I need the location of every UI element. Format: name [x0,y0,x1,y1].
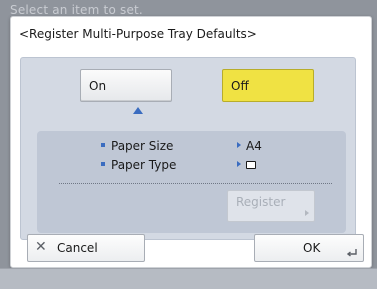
off-button[interactable]: Off [222,69,314,102]
ok-button[interactable]: OK [254,234,364,262]
divider [59,183,332,184]
dialog-title: <Register Multi-Purpose Tray Defaults> [19,27,257,41]
cancel-button[interactable]: ✕ Cancel [27,234,145,262]
cancel-label: Cancel [57,241,98,255]
corner-arrow-icon [305,210,309,216]
paper-size-row: Paper Size A4 [101,139,301,155]
paper-type-label: Paper Type [111,158,177,172]
tray-info-panel: Paper Size A4 Paper Type Register [37,131,346,233]
bullet-icon [101,162,105,166]
backdrop-title: Select an item to set. [10,3,143,17]
bullet-icon [101,143,105,147]
register-label: Register [236,195,286,209]
paper-icon [246,161,256,169]
selection-arrow-icon [133,107,143,114]
register-button[interactable]: Register [227,190,315,222]
register-tray-defaults-dialog: <Register Multi-Purpose Tray Defaults> O… [10,16,372,268]
ok-label: OK [303,241,321,255]
pointer-icon [237,142,241,148]
paper-size-value: A4 [246,139,262,153]
close-icon: ✕ [35,239,47,255]
pointer-icon [237,161,241,167]
status-strip [0,268,377,289]
paper-type-row: Paper Type [101,158,301,174]
settings-panel: On Off Paper Size A4 Paper Type Register [20,57,356,240]
on-button[interactable]: On [80,69,172,102]
paper-size-label: Paper Size [111,139,174,153]
enter-icon [347,249,357,257]
